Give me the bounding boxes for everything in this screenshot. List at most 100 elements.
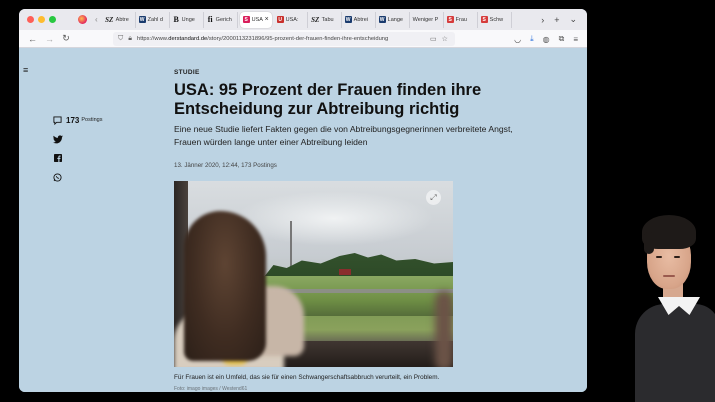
comment-icon [52, 115, 63, 126]
tab-label: Frau [455, 16, 467, 23]
tab-label: Lange [387, 16, 403, 23]
article-headline: USA: 95 Prozent der Frauen finden ihre E… [174, 81, 482, 118]
menu-icon[interactable]: ≡ [573, 35, 578, 44]
url-prefix: https://www. [136, 36, 169, 42]
tab-label: Abtre [115, 16, 129, 23]
lock-icon[interactable]: 🔒︎ [128, 35, 132, 43]
bookmark-star-icon[interactable]: ☆ [442, 35, 448, 43]
web-page: ≡ 173 Postings STUDIE USA: 95 Prozent de… [19, 48, 587, 392]
tab[interactable]: SZ Abtre [102, 11, 136, 28]
posting-label: Postings [81, 117, 103, 123]
presenter-eye-right [674, 256, 680, 258]
facebook-icon [52, 153, 63, 164]
twitter-icon [52, 134, 63, 145]
favicon-icon: SZ [105, 15, 114, 24]
image-blur [435, 291, 453, 367]
image-sky [234, 191, 434, 246]
favicon-icon: S [446, 16, 454, 23]
url-bar[interactable]: ⛉ 🔒︎ https://www.derstandard.de/story/20… [113, 32, 455, 46]
tab[interactable]: S Schw [478, 11, 512, 28]
tab-bar: ‹ SZ Abtre W Zahl d B Unge fi Gerich S USA × U USA: S… [19, 9, 587, 30]
presenter-sweater [635, 304, 715, 402]
image-credit: Foto: imago images / Westend61 [174, 386, 248, 392]
favicon-icon: fi [207, 15, 213, 24]
tab[interactable]: Weniger P [410, 11, 444, 28]
image-caption: Für Frauen ist ein Umfeld, das sie für e… [174, 374, 440, 381]
favicon-icon: W [138, 16, 146, 23]
image-person-hair [184, 211, 266, 361]
minimize-window-button[interactable] [38, 16, 45, 23]
postings-link[interactable]: 173 Postings [52, 111, 102, 129]
tab-strip: SZ Abtre W Zahl d B Unge fi Gerich S USA × U USA: SZ T… [102, 9, 512, 30]
favicon-icon: SZ [311, 15, 320, 24]
pocket-icon[interactable]: ◡ [514, 35, 521, 44]
presenter-video [630, 212, 715, 402]
article-meta: 13. Jänner 2020, 12:44, 173 Postings [174, 162, 277, 169]
new-tab-button[interactable]: + [554, 15, 559, 25]
tab-bar-controls: › + ⌄ [541, 9, 587, 30]
tab[interactable]: B Unge [170, 11, 204, 28]
article-lead: Eine neue Studie liefert Fakten gegen di… [174, 124, 513, 147]
tab-label: Tabu [321, 16, 334, 23]
close-window-button[interactable] [27, 16, 34, 23]
downloads-icon[interactable]: ⤓ [530, 34, 534, 44]
extensions-icon[interactable]: ⧉ [559, 34, 565, 44]
account-icon[interactable]: ◍ [543, 35, 550, 44]
tab[interactable]: W Zahl d [136, 11, 170, 28]
presenter-hair-side [644, 232, 654, 254]
favicon-icon: W [344, 16, 352, 23]
article-image[interactable]: ⤢ [174, 181, 453, 367]
tab[interactable]: S Frau [444, 11, 478, 28]
share-facebook-button[interactable] [52, 149, 102, 167]
share-whatsapp-button[interactable] [52, 168, 102, 186]
favicon-icon: U [276, 16, 284, 23]
presenter-eye-left [656, 256, 662, 258]
article-kicker: STUDIE [174, 69, 200, 76]
tab-label: Abtrei [353, 16, 369, 23]
site-menu-icon[interactable]: ≡ [23, 65, 28, 75]
url-path: /story/2000113231896/95-prozent-der-frau… [207, 36, 389, 42]
presenter-mouth [663, 275, 675, 277]
list-all-tabs-icon[interactable]: ⌄ [569, 14, 577, 25]
tab[interactable]: SZ Tabu [308, 11, 342, 28]
tab[interactable]: W Lange [376, 11, 410, 28]
favicon-icon: S [480, 16, 488, 23]
navigation-toolbar: ← → ↻ ⛉ 🔒︎ https://www.derstandard.de/st… [19, 30, 587, 48]
firefox-icon [78, 15, 87, 24]
image-house [339, 269, 351, 275]
url-text[interactable]: https://www.derstandard.de/story/2000113… [137, 36, 427, 42]
tab-active[interactable]: S USA × [239, 11, 272, 28]
whatsapp-icon [52, 172, 63, 183]
expand-image-icon[interactable]: ⤢ [426, 190, 441, 205]
maximize-window-button[interactable] [49, 16, 56, 23]
tab-scroll-right-icon[interactable]: › [541, 15, 544, 25]
url-host: derstandard.de [168, 36, 208, 42]
tab[interactable]: fi Gerich [204, 11, 238, 28]
favicon-icon: S [242, 16, 250, 23]
reader-view-icon[interactable]: ▭ [430, 35, 437, 43]
tab-label: Gerich [215, 16, 232, 23]
tab-label: Unge [181, 16, 195, 23]
browser-window: ‹ SZ Abtre W Zahl d B Unge fi Gerich S USA × U USA: S… [19, 9, 587, 392]
tab-label: Zahl d [147, 16, 163, 23]
tab-label: USA [251, 16, 263, 23]
favicon-icon: B [173, 15, 179, 24]
tab-scroll-left-icon[interactable]: ‹ [95, 15, 98, 24]
reload-button[interactable]: ↻ [62, 33, 70, 44]
tab[interactable]: U USA: [274, 11, 308, 28]
tab-label: Weniger P [412, 16, 439, 23]
tab-label: USA: [285, 16, 299, 23]
tracking-protection-icon[interactable]: ⛉ [118, 35, 123, 43]
screen: ‹ SZ Abtre W Zahl d B Unge fi Gerich S USA × U USA: S… [0, 0, 715, 402]
forward-button[interactable]: → [45, 34, 54, 44]
share-bar: 173 Postings [52, 111, 102, 187]
toolbar-buttons: ◡ ⤓ ◍ ⧉ ≡ [514, 30, 587, 48]
close-tab-icon[interactable]: × [265, 16, 269, 23]
tab-label: Schw [489, 16, 504, 23]
image-trees [264, 253, 453, 277]
favicon-icon: W [378, 16, 386, 23]
tab[interactable]: W Abtrei [342, 11, 376, 28]
share-twitter-button[interactable] [52, 130, 102, 148]
back-button[interactable]: ← [28, 34, 37, 44]
posting-count: 173 [66, 115, 80, 125]
